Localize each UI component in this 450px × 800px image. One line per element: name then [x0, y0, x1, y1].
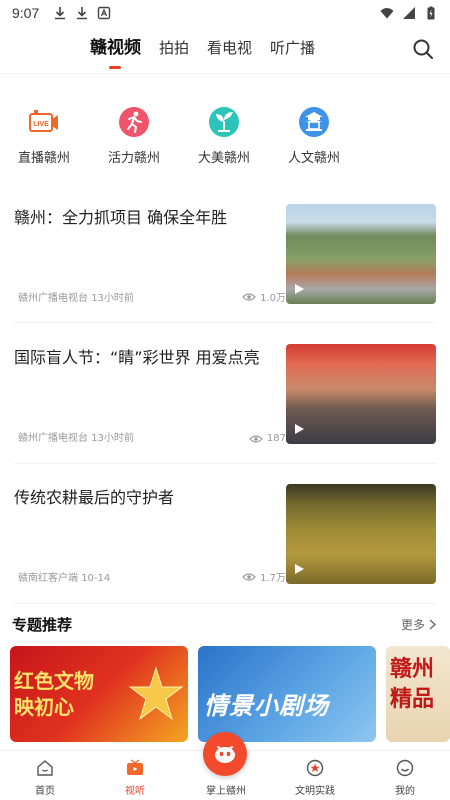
nav-home[interactable]: 首页 [10, 759, 80, 797]
tab-listen-radio[interactable]: 听广播 [270, 36, 315, 60]
play-icon [295, 564, 304, 574]
status-icons-right [380, 6, 438, 20]
banner-title: 红色文物 映初心 [14, 669, 94, 719]
news-views: 1.0万 [226, 289, 286, 304]
nav-label: 掌上赣州 [206, 786, 246, 797]
sprout-icon [209, 107, 239, 137]
mascot-icon [215, 746, 235, 763]
pavilion-icon [299, 107, 329, 137]
category-label: 人文赣州 [287, 151, 340, 166]
status-bar: 9:07 [0, 0, 450, 26]
category-beautiful-ganzhou[interactable]: 大美赣州 [184, 105, 264, 166]
app-icon [98, 6, 111, 20]
news-source: 赣南红客户端 [18, 573, 78, 584]
nav-label: 首页 [35, 786, 55, 797]
nav-label: 文明实践 [295, 786, 335, 797]
play-icon [295, 424, 304, 434]
play-icon [295, 284, 304, 294]
eye-icon [242, 292, 256, 301]
more-link[interactable]: 更多 [401, 616, 436, 633]
category-live-ganzhou[interactable]: LIVE 直播赣州 [4, 105, 84, 166]
section-title: 专题推荐 [12, 616, 73, 634]
news-meta: 赣州广播电视台 13小时前 [18, 429, 134, 444]
view-count: 187 [266, 433, 286, 444]
tab-watch-tv[interactable]: 看电视 [207, 36, 252, 60]
category-label: 直播赣州 [17, 151, 70, 166]
view-count: 1.7万 [260, 573, 286, 584]
category-label: 活力赣州 [107, 151, 160, 166]
news-source: 赣州广播电视台 [18, 433, 88, 444]
download-icon [55, 7, 66, 20]
special-banner[interactable]: 情景小剧场 [198, 646, 376, 742]
tab-gan-video[interactable]: 赣视频 [90, 36, 141, 60]
chevron-right-icon [429, 619, 436, 630]
signal-icon [403, 7, 415, 19]
news-views: 1.7万 [226, 569, 286, 584]
nav-audio-video[interactable]: 视听 [100, 759, 170, 797]
divider [14, 322, 436, 323]
special-banner[interactable]: 红色文物 映初心 [10, 646, 188, 742]
tv-icon [127, 759, 143, 775]
news-time: 13小时前 [91, 433, 134, 444]
view-count: 1.0万 [260, 293, 286, 304]
active-tab-indicator [109, 66, 121, 69]
news-source: 赣州广播电视台 [18, 293, 88, 304]
status-time: 9:07 [12, 5, 40, 21]
status-icons-left [53, 6, 111, 20]
divider [14, 463, 436, 464]
live-camera-icon: LIVE [29, 110, 58, 132]
top-nav: 赣视频 拍拍 看电视 听广播 [0, 30, 450, 72]
nav-profile[interactable]: 我的 [370, 759, 440, 797]
news-thumbnail[interactable] [286, 484, 436, 584]
star-badge-icon [306, 759, 324, 777]
nav-civilization-practice[interactable]: 文明实践 [280, 759, 350, 797]
battery-icon [427, 6, 435, 20]
news-thumbnail[interactable] [286, 204, 436, 304]
news-thumbnail[interactable] [286, 344, 436, 444]
news-time: 13小时前 [91, 293, 134, 304]
news-title[interactable]: 传统农耕最后的守护者 [14, 484, 270, 511]
more-label: 更多 [400, 618, 425, 632]
top-tabs: 赣视频 拍拍 看电视 听广播 [90, 36, 333, 60]
category-cultural-ganzhou[interactable]: 人文赣州 [274, 105, 354, 166]
eye-icon [249, 434, 263, 443]
nav-label: 我的 [395, 786, 415, 797]
profile-icon [396, 759, 414, 777]
home-icon [37, 760, 53, 776]
category-vibrant-ganzhou[interactable]: 活力赣州 [94, 105, 174, 166]
news-item[interactable]: 赣州：全力抓项目 确保全年胜 赣州广播电视台 13小时前 1.0万 [14, 204, 436, 306]
special-banner[interactable]: 赣州 精品 [386, 646, 450, 742]
news-title[interactable]: 国际盲人节：“睛”彩世界 用爱点亮 [14, 344, 270, 371]
nav-label: 视听 [125, 786, 145, 797]
news-views: 187 [226, 433, 286, 444]
svg-text:LIVE: LIVE [33, 121, 49, 128]
news-item[interactable]: 传统农耕最后的守护者 赣南红客户端 10-14 1.7万 [14, 484, 436, 586]
search-icon[interactable] [412, 38, 434, 60]
news-title[interactable]: 赣州：全力抓项目 确保全年胜 [14, 204, 270, 231]
runner-icon [119, 107, 149, 137]
tab-paipai[interactable]: 拍拍 [159, 36, 189, 60]
news-time: 10-14 [81, 573, 111, 584]
download-icon [77, 7, 88, 20]
divider [0, 73, 450, 74]
star-icon [128, 666, 184, 721]
divider [14, 603, 436, 604]
wifi-icon [380, 8, 394, 19]
news-meta: 赣南红客户端 10-14 [18, 569, 110, 584]
banner-title: 赣州 精品 [390, 656, 435, 712]
nav-palm-ganzhou[interactable] [203, 732, 247, 776]
eye-icon [242, 572, 256, 581]
news-item[interactable]: 国际盲人节：“睛”彩世界 用爱点亮 赣州广播电视台 13小时前 187 [14, 344, 436, 446]
banner-title: 情景小剧场 [204, 692, 329, 720]
news-meta: 赣州广播电视台 13小时前 [18, 289, 134, 304]
category-label: 大美赣州 [197, 151, 250, 166]
